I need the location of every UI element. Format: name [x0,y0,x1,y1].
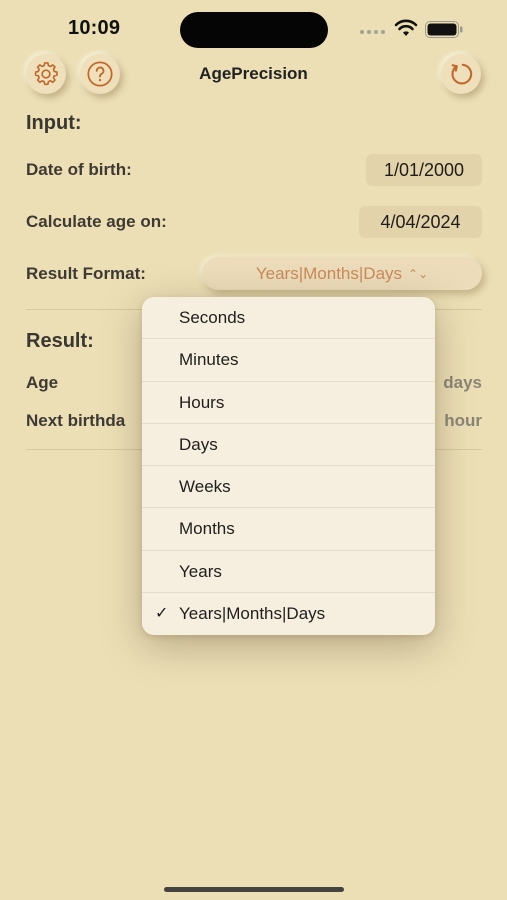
date-of-birth-picker[interactable]: 1/01/2000 [366,154,482,186]
next-birthday-label: Next birthda [26,411,126,430]
result-format-label: Result Format: [26,264,146,283]
date-of-birth-label: Date of birth: [26,160,132,179]
refresh-icon [451,63,473,85]
status-bar: 10:09 [0,0,507,56]
home-indicator [164,887,344,892]
menu-item-weeks[interactable]: Weeks [142,466,435,509]
result-format-menu: Seconds Minutes Hours Days Weeks Months … [142,297,435,635]
battery-icon [425,21,463,38]
chevron-up-down-icon: ⌃⌄ [408,267,429,281]
menu-item-months[interactable]: Months [142,508,435,551]
menu-item-seconds[interactable]: Seconds [142,297,435,340]
result-format-value: Years|Months|Days [255,264,403,283]
result-section-title: Result: [26,330,94,352]
dynamic-island [180,12,328,48]
reset-button[interactable] [441,54,481,94]
input-section-title: Input: [26,112,82,134]
menu-item-years[interactable]: Years [142,551,435,594]
menu-item-years-months-days[interactable]: ✓ Years|Months|Days [142,593,435,635]
wifi-icon [394,19,418,36]
app-title: AgePrecision [199,64,308,83]
cellular-signal-icon [360,30,386,36]
result-format-picker[interactable]: Years|Months|Days ⌃⌄ [202,257,482,290]
menu-item-minutes[interactable]: Minutes [142,339,435,382]
status-time: 10:09 [68,17,121,39]
calculate-age-on-picker[interactable]: 4/04/2024 [359,206,482,238]
next-birthday-value: hour [444,411,482,430]
checkmark-icon: ✓ [155,605,169,623]
age-value: days [443,373,482,392]
menu-item-hours[interactable]: Hours [142,382,435,424]
menu-item-days[interactable]: Days [142,424,435,467]
age-label: Age [26,373,59,392]
calculate-age-on-label: Calculate age on: [26,212,167,231]
